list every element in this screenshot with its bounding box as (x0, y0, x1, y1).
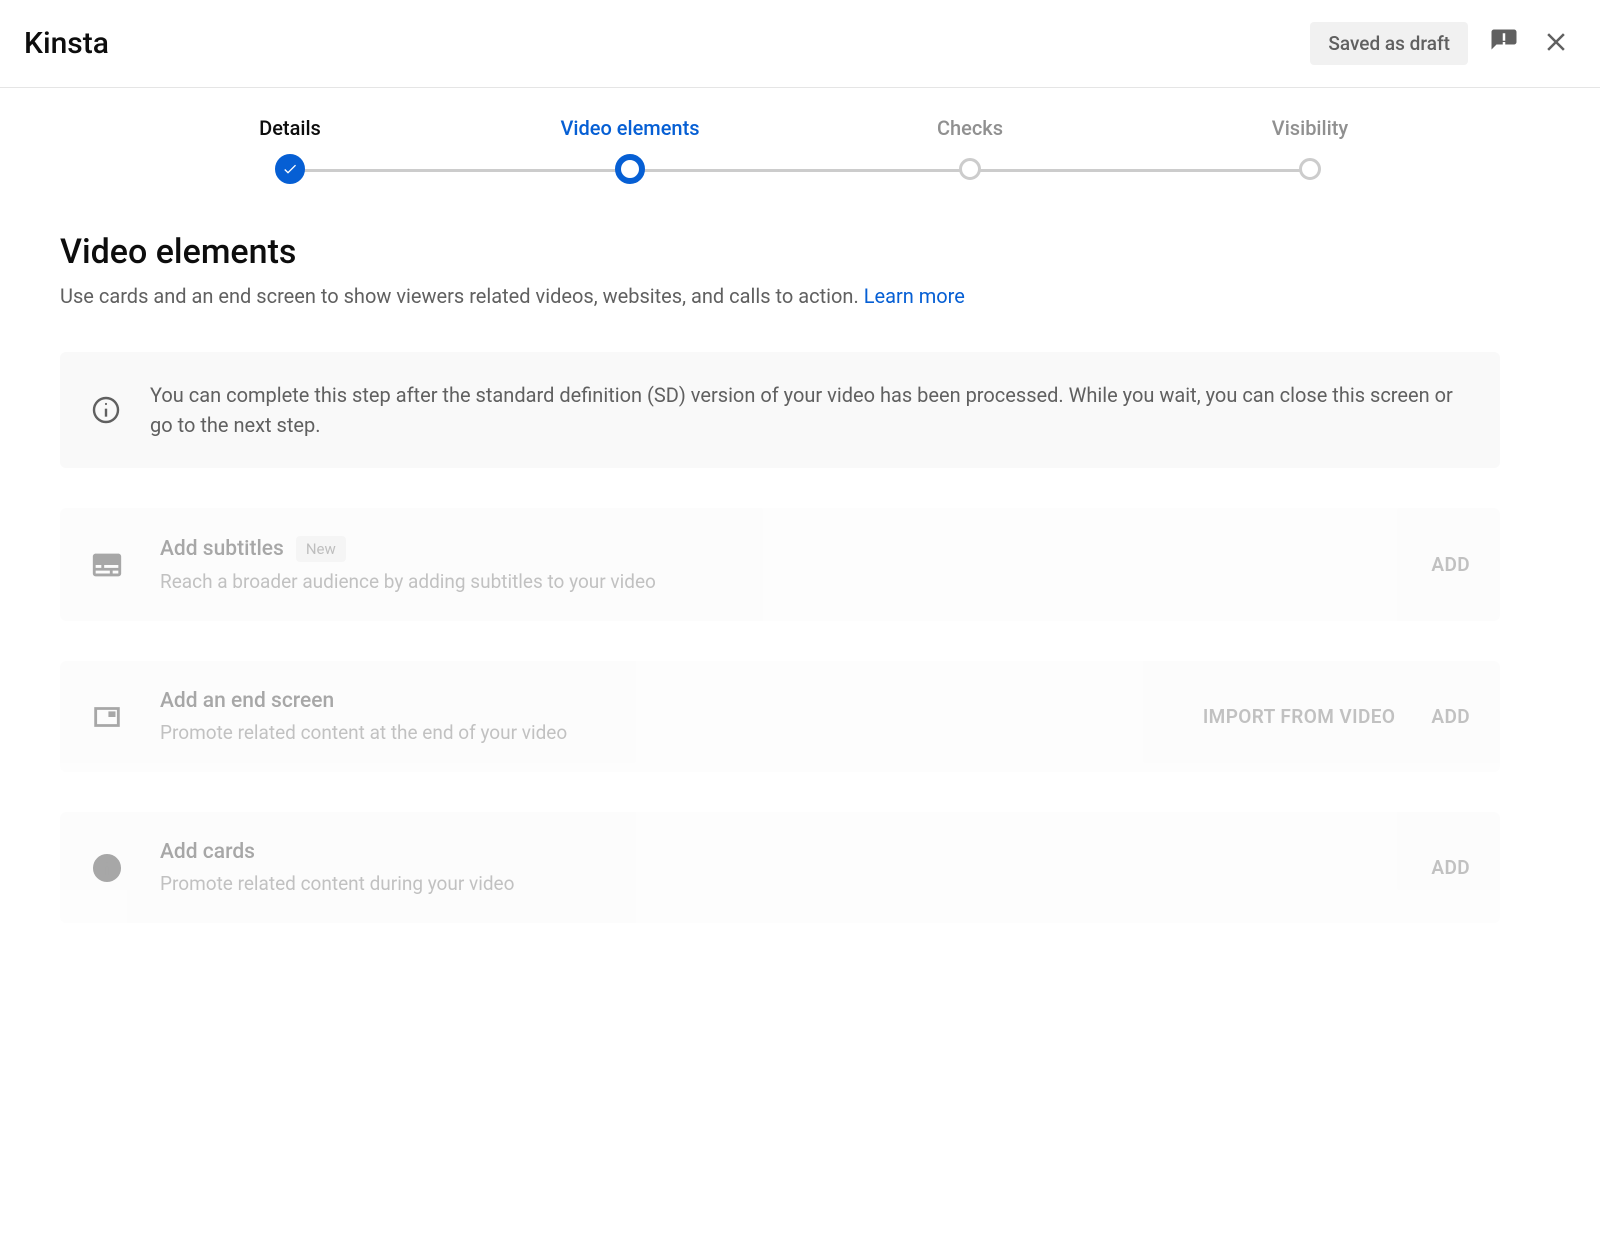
main-content: Video elements Use cards and an end scre… (0, 184, 1560, 923)
step-label: Visibility (1272, 116, 1348, 140)
learn-more-link[interactable]: Learn more (864, 284, 965, 308)
cards-info-icon (90, 851, 150, 885)
add-cards-button[interactable]: ADD (1431, 856, 1470, 879)
stepper: Details Video elements Checks (0, 88, 1600, 184)
subtitles-desc: Reach a broader audience by adding subti… (160, 570, 1431, 593)
close-icon (1541, 27, 1571, 61)
step-video-elements[interactable]: Video elements (460, 116, 800, 184)
add-subtitles-button[interactable]: ADD (1431, 553, 1470, 576)
header-actions: Saved as draft (1310, 22, 1572, 65)
page-subtitle-text: Use cards and an end screen to show view… (60, 284, 864, 308)
step-checks[interactable]: Checks (800, 116, 1140, 184)
page-subtitle: Use cards and an end screen to show view… (60, 284, 1500, 308)
new-badge: New (296, 536, 346, 562)
end-screen-title: Add an end screen (160, 689, 334, 713)
add-cards-card: Add cards Promote related content during… (60, 812, 1500, 923)
add-end-screen-card: Add an end screen Promote related conten… (60, 661, 1500, 772)
option-text: Add an end screen Promote related conten… (160, 689, 1203, 744)
subtitles-title: Add subtitles (160, 537, 284, 561)
check-icon (275, 154, 305, 184)
option-actions: ADD (1431, 856, 1470, 879)
add-subtitles-card: Add subtitles New Reach a broader audien… (60, 508, 1500, 621)
end-screen-desc: Promote related content at the end of yo… (160, 721, 1203, 744)
subtitles-icon (90, 548, 150, 582)
cards-desc: Promote related content during your vide… (160, 872, 1431, 895)
step-visibility[interactable]: Visibility (1140, 116, 1480, 184)
option-actions: ADD (1431, 553, 1470, 576)
header-title: Kinsta (24, 26, 109, 61)
step-circle-upcoming (1299, 158, 1321, 180)
step-label: Video elements (560, 116, 699, 140)
step-label: Checks (937, 116, 1003, 140)
add-end-screen-button[interactable]: ADD (1431, 705, 1470, 728)
header-bar: Kinsta Saved as draft (0, 0, 1600, 88)
step-details[interactable]: Details (120, 116, 460, 184)
cards-title: Add cards (160, 840, 255, 864)
feedback-button[interactable] (1488, 28, 1520, 60)
step-circle-active (615, 154, 645, 184)
page-title: Video elements (60, 232, 1500, 272)
option-text: Add cards Promote related content during… (160, 840, 1431, 895)
step-circle-upcoming (959, 158, 981, 180)
option-text: Add subtitles New Reach a broader audien… (160, 536, 1431, 593)
feedback-icon (1489, 27, 1519, 61)
info-text: You can complete this step after the sta… (150, 380, 1470, 440)
close-button[interactable] (1540, 28, 1572, 60)
step-label: Details (259, 116, 321, 140)
import-from-video-button[interactable]: IMPORT FROM VIDEO (1203, 705, 1396, 728)
info-icon (90, 394, 150, 426)
saved-as-draft-badge: Saved as draft (1310, 22, 1468, 65)
end-screen-icon (90, 700, 150, 734)
info-card: You can complete this step after the sta… (60, 352, 1500, 468)
option-actions: IMPORT FROM VIDEO ADD (1203, 705, 1470, 728)
